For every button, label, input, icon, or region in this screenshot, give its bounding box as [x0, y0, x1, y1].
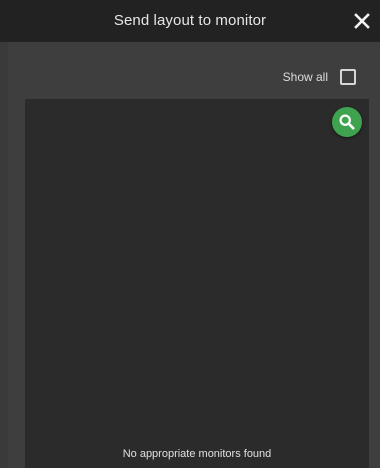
show-all-checkbox[interactable] [340, 69, 356, 85]
dialog-title: Send layout to monitor [113, 12, 267, 29]
monitor-list-panel: No appropriate monitors found [25, 99, 369, 468]
search-icon [339, 114, 355, 130]
close-icon [354, 13, 370, 29]
close-button[interactable] [350, 9, 374, 33]
dialog-titlebar: Send layout to monitor [0, 0, 380, 42]
show-all-label: Show all [282, 70, 328, 84]
empty-state-message: No appropriate monitors found [122, 448, 272, 460]
dialog-side-border [0, 42, 8, 468]
search-button[interactable] [332, 107, 362, 137]
send-layout-dialog: Send layout to monitor Show all No appro… [0, 0, 380, 468]
show-all-toggle[interactable]: Show all [283, 67, 356, 87]
